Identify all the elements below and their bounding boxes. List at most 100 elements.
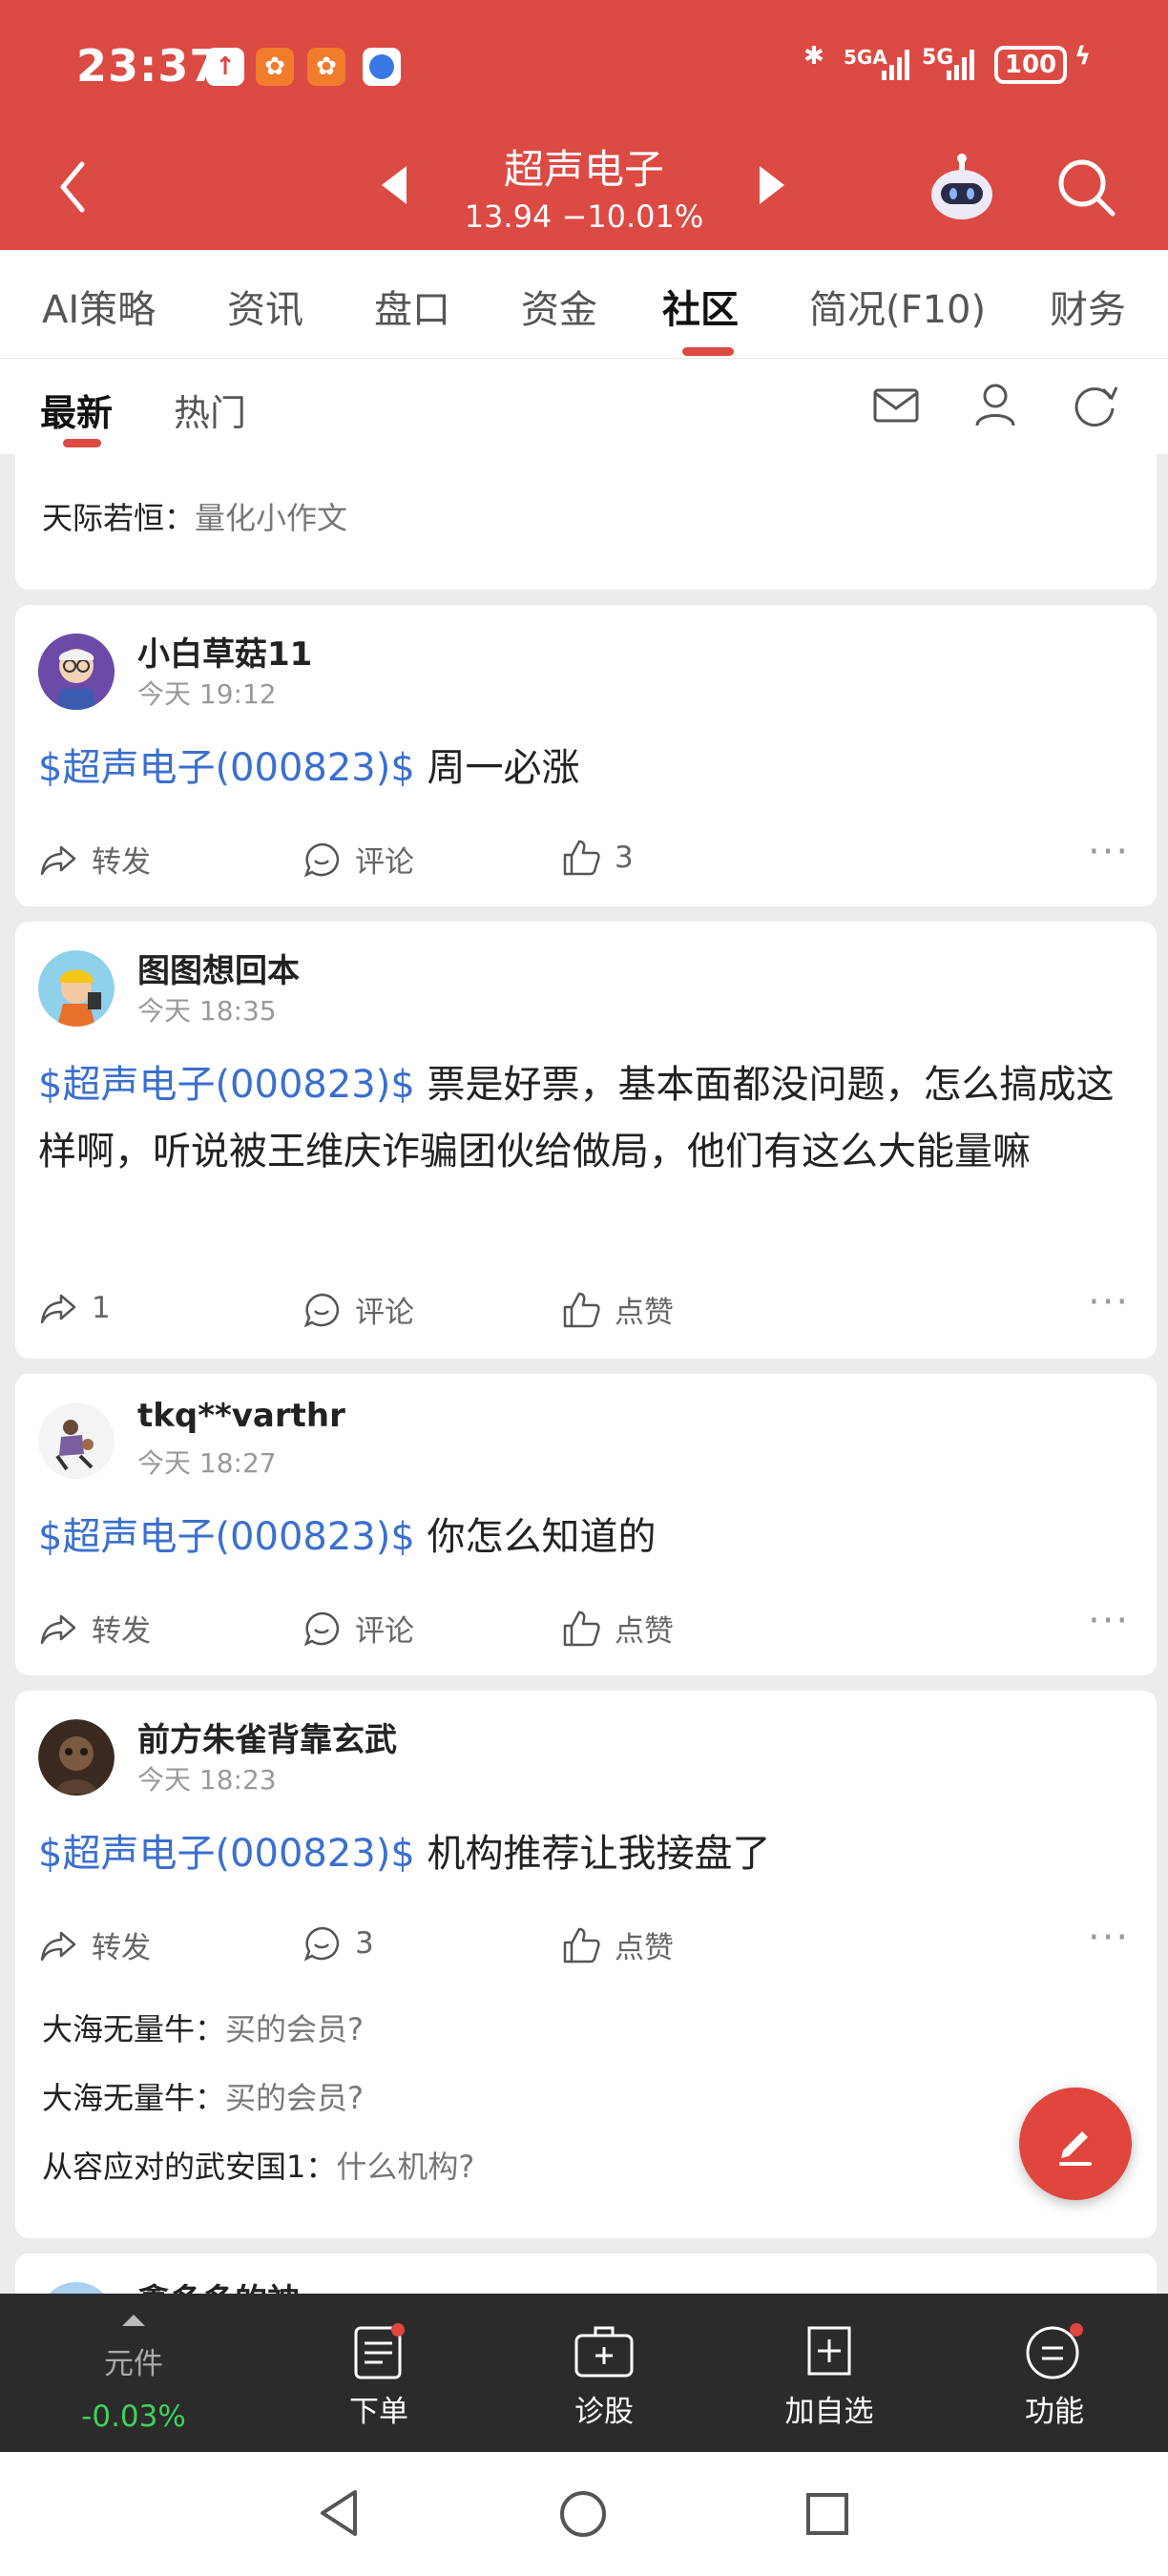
post-content[interactable]: $超声电子(000823)$ 机构推荐让我接盘了 bbox=[38, 1820, 1145, 1887]
more-options-icon[interactable]: ··· bbox=[1088, 1599, 1130, 1643]
more-options-icon[interactable]: ··· bbox=[1088, 1280, 1130, 1324]
pen-icon bbox=[1059, 2131, 1092, 2166]
refresh-icon[interactable] bbox=[1071, 382, 1118, 429]
share-button[interactable]: 转发 bbox=[38, 1607, 151, 1650]
post-content[interactable]: $超声电子(000823)$ 周一必涨 bbox=[38, 735, 1145, 801]
username[interactable]: 小白草菇11 bbox=[137, 628, 312, 675]
post-card[interactable]: 小白草菇11 今天 19:12 $超声电子(000823)$ 周一必涨 转发 评… bbox=[15, 605, 1157, 906]
stock-name: 超声电子 bbox=[503, 146, 664, 193]
comment-button[interactable]: 评论 bbox=[302, 838, 414, 881]
medical-case-icon bbox=[574, 2326, 634, 2378]
diagnose-stock-button[interactable]: 诊股 bbox=[532, 2322, 676, 2430]
bottom-action-bar: 元件 -0.03% 下单 诊股 加自选 功能 bbox=[0, 2294, 1168, 2452]
clock: 23:37 bbox=[76, 40, 221, 92]
battery-indicator: 100 bbox=[994, 46, 1067, 84]
reply-line[interactable]: 大海无量牛：买的会员? bbox=[42, 2074, 364, 2118]
avatar[interactable] bbox=[38, 950, 115, 1027]
add-watchlist-button[interactable]: 加自选 bbox=[758, 2322, 901, 2430]
comment-button[interactable]: 评论 bbox=[302, 1607, 414, 1650]
like-button[interactable]: 点赞 bbox=[561, 1607, 674, 1650]
index-name: 元件 bbox=[104, 2347, 163, 2381]
thumbs-up-icon bbox=[563, 840, 600, 876]
index-ticker[interactable]: 元件 -0.03% bbox=[59, 2311, 208, 2434]
stock-tag-link[interactable]: $超声电子(000823)$ bbox=[38, 1832, 415, 1876]
share-icon bbox=[40, 1294, 76, 1324]
add-square-icon bbox=[807, 2326, 851, 2376]
thumbs-up-icon bbox=[563, 1610, 600, 1646]
compose-post-button[interactable] bbox=[1019, 2088, 1132, 2200]
comment-icon bbox=[303, 1611, 340, 1647]
profile-icon[interactable] bbox=[973, 382, 1017, 429]
post-time: 今天 19:12 bbox=[137, 678, 277, 710]
nav-recents-icon[interactable] bbox=[803, 2490, 851, 2538]
order-button[interactable]: 下单 bbox=[307, 2322, 450, 2430]
more-options-icon[interactable]: ··· bbox=[1088, 1916, 1130, 1960]
post-card[interactable]: 前方朱雀背靠玄武 今天 18:23 $超声电子(000823)$ 机构推荐让我接… bbox=[15, 1691, 1157, 2238]
like-button[interactable]: 点赞 bbox=[561, 1923, 674, 1966]
status-bar: 23:37 ↑ ✿ ✿ ✱ 5GA 5G 100 ϟ bbox=[0, 0, 1168, 134]
reply-line[interactable]: 大海无量牛：买的会员? bbox=[42, 2005, 364, 2049]
post-time: 今天 18:23 bbox=[137, 1764, 277, 1796]
more-options-icon[interactable]: ··· bbox=[1088, 830, 1130, 874]
app-notify-icon: ✿ bbox=[256, 48, 294, 86]
reply-line[interactable]: 从容应对的武安国1：什么机构? bbox=[42, 2143, 474, 2187]
share-button[interactable]: 转发 bbox=[38, 838, 151, 881]
tab-news[interactable]: 资讯 bbox=[227, 279, 303, 334]
tab-market-depth[interactable]: 盘口 bbox=[374, 279, 450, 334]
avatar[interactable] bbox=[38, 1402, 115, 1479]
like-button[interactable]: 点赞 bbox=[561, 1288, 674, 1331]
username[interactable]: 前方朱雀背靠玄武 bbox=[137, 1714, 397, 1760]
like-button[interactable]: 3 bbox=[561, 838, 634, 878]
system-nav-bar bbox=[0, 2452, 1168, 2576]
share-icon bbox=[40, 845, 76, 875]
post-card[interactable]: 图图想回本 今天 18:35 $超声电子(000823)$ 票是好票，基本面都没… bbox=[15, 922, 1157, 1359]
comment-line: 天际若恒：量化小作文 bbox=[42, 500, 348, 536]
subtab-hot[interactable]: 热门 bbox=[174, 384, 246, 436]
tab-f10-profile[interactable]: 简况(F10) bbox=[809, 279, 986, 334]
browser-icon bbox=[363, 48, 401, 86]
signal-icon-2 bbox=[947, 50, 974, 80]
post-content[interactable]: $超声电子(000823)$ 你怎么知道的 bbox=[38, 1504, 1145, 1570]
thumbs-up-icon bbox=[563, 1292, 600, 1327]
comment-button[interactable]: 评论 bbox=[302, 1288, 414, 1331]
index-change: -0.03% bbox=[81, 2399, 186, 2434]
stock-price-change: 13.94 −10.01% bbox=[464, 198, 704, 235]
username[interactable]: 图图想回本 bbox=[137, 945, 300, 991]
mail-icon[interactable] bbox=[872, 385, 920, 427]
share-button[interactable]: 转发 bbox=[38, 1923, 151, 1966]
functions-button[interactable]: 功能 bbox=[983, 2322, 1126, 2430]
nav-back-icon[interactable] bbox=[315, 2486, 363, 2540]
main-tab-bar: AI策略 资讯 盘口 资金 社区 简况(F10) 财务 bbox=[0, 250, 1168, 359]
post-time: 今天 18:27 bbox=[137, 1447, 277, 1479]
comment-icon bbox=[303, 1926, 340, 1962]
post-time: 今天 18:35 bbox=[137, 995, 277, 1027]
comment-icon bbox=[303, 1293, 340, 1328]
stock-tag-link[interactable]: $超声电子(000823)$ bbox=[38, 746, 415, 790]
signal-icon bbox=[882, 50, 909, 80]
sub-tab-bar: 最新 热门 bbox=[0, 359, 1168, 454]
share-icon bbox=[40, 1931, 76, 1961]
share-button[interactable]: 1 bbox=[38, 1288, 111, 1328]
stock-tag-link[interactable]: $超声电子(000823)$ bbox=[38, 1515, 415, 1559]
partial-post-card: 天际若恒：量化小作文 bbox=[15, 454, 1157, 590]
tab-ai-strategy[interactable]: AI策略 bbox=[42, 279, 156, 334]
menu-circle-icon bbox=[1026, 2323, 1083, 2379]
subtab-latest[interactable]: 最新 bbox=[40, 384, 113, 436]
tab-fund-flow[interactable]: 资金 bbox=[521, 279, 597, 334]
avatar[interactable] bbox=[38, 1719, 115, 1796]
nav-home-icon[interactable] bbox=[557, 2488, 609, 2540]
username[interactable]: tkq**varthr bbox=[137, 1397, 345, 1435]
upload-icon: ↑ bbox=[206, 48, 244, 86]
comment-icon bbox=[303, 842, 340, 878]
share-icon bbox=[40, 1614, 76, 1644]
tab-finance[interactable]: 财务 bbox=[1050, 279, 1126, 334]
tab-community[interactable]: 社区 bbox=[662, 279, 739, 334]
post-content[interactable]: $超声电子(000823)$ 票是好票，基本面都没问题，怎么搞成这样啊，听说被王… bbox=[38, 1051, 1145, 1185]
avatar[interactable] bbox=[38, 634, 115, 710]
post-card[interactable]: tkq**varthr 今天 18:27 $超声电子(000823)$ 你怎么知… bbox=[15, 1374, 1157, 1675]
active-tab-indicator bbox=[682, 347, 734, 356]
order-document-icon bbox=[354, 2323, 405, 2379]
stock-tag-link[interactable]: $超声电子(000823)$ bbox=[38, 1063, 415, 1107]
bluetooth-icon: ✱ bbox=[803, 42, 824, 71]
comment-button[interactable]: 3 bbox=[302, 1923, 374, 1963]
